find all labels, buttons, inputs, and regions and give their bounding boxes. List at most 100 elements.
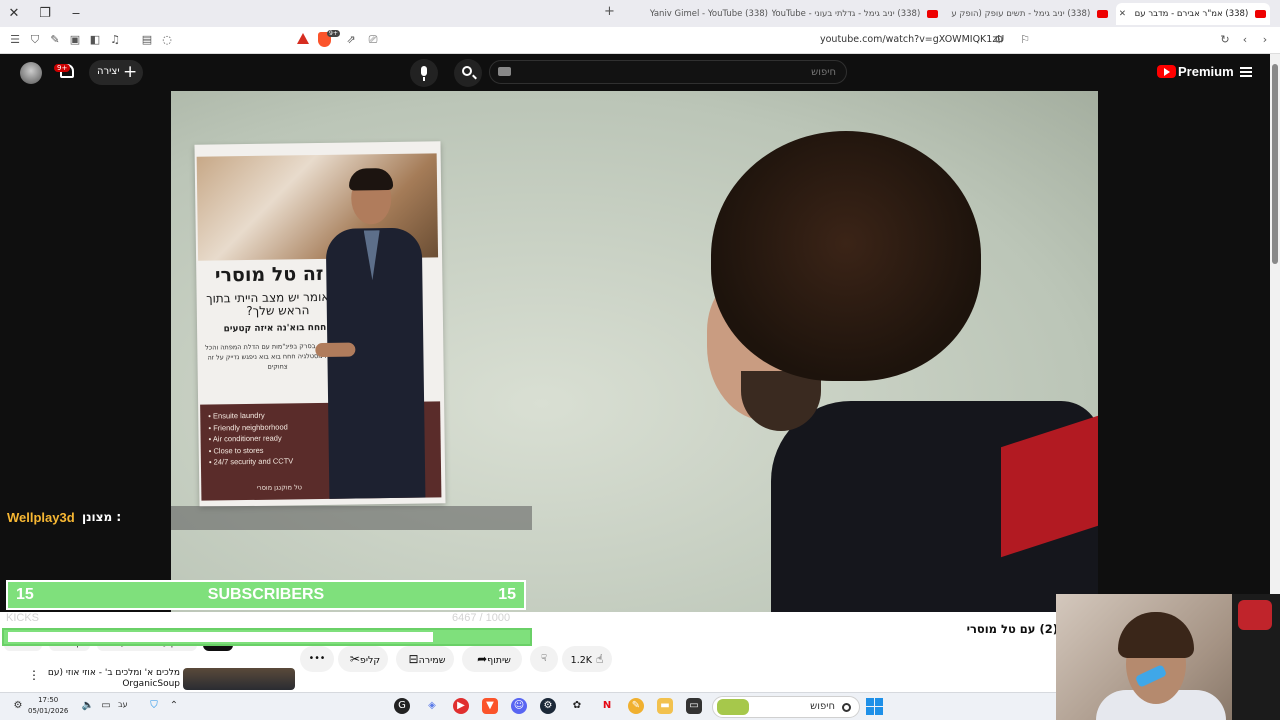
tab-yaniv-gimel-channel[interactable]: (338) Yaniv Gimel - YouTube	[622, 3, 768, 25]
steam-icon[interactable]: ⚙	[540, 698, 556, 714]
security-icon[interactable]: ⛉	[146, 698, 162, 714]
plus-icon: +	[123, 62, 138, 82]
tab-title: (338) יניב גימל - תשים עופק (הופק ע	[951, 9, 1091, 19]
app-play-icon[interactable]: ▶	[453, 698, 469, 714]
warning-icon[interactable]	[297, 33, 309, 44]
shield-icon[interactable]: ⛉	[28, 33, 42, 47]
windows-taskbar: ⚙ 17:50 05/01/2026 🔈 ▭ עב ⛉ ⌃ G ◈ ▶ ▼ ☺ …	[0, 692, 1056, 720]
netflix-icon[interactable]: N	[599, 698, 615, 714]
app-g-icon[interactable]: G	[394, 698, 410, 714]
minimize-window-icon[interactable]: ‒	[67, 5, 85, 23]
search-highlight-icon	[717, 699, 749, 715]
clip-label: קליפ	[359, 655, 381, 666]
youtube-header: יצירה + Premium	[0, 54, 1280, 91]
extension-icon[interactable]: ✎	[48, 33, 62, 47]
search-icon	[462, 66, 472, 76]
poster-man-figure	[315, 167, 430, 499]
chat-icon[interactable]: ◌	[160, 33, 174, 47]
tabs-icon[interactable]: ▣	[68, 33, 82, 47]
poster-feature: 24/7 security and CCTV	[209, 455, 294, 468]
taskbar-search[interactable]: חיפוש	[712, 696, 860, 718]
like-count: 1.2K	[570, 655, 593, 666]
sidebar-menu-icon[interactable]: ☰	[8, 33, 22, 47]
tray-app-icon[interactable]: ⚙	[10, 698, 26, 714]
site-settings-icon[interactable]: ⚙	[992, 33, 1006, 47]
poster-man-suit	[325, 227, 426, 499]
create-label: יצירה	[97, 66, 120, 77]
wallet-icon[interactable]: ▤	[140, 33, 154, 47]
url-field[interactable]: youtube.com/watch?v=gXOWMIQK1zU	[820, 34, 1004, 45]
back-icon[interactable]: ›	[1258, 33, 1272, 47]
language-indicator[interactable]: עב	[118, 700, 128, 709]
kicks-goal-bar	[2, 628, 532, 646]
volume-icon[interactable]: 🔈	[80, 698, 96, 714]
scrollbar-thumb[interactable]	[1272, 64, 1278, 264]
webcam-chair-red	[1238, 600, 1272, 630]
webcam-person-hair	[1118, 612, 1194, 658]
person-hair	[711, 131, 981, 381]
kicks-label: KICKS	[6, 612, 40, 624]
bookmark-icon[interactable]: ⚐	[1018, 33, 1032, 47]
youtube-logo-icon[interactable]	[1157, 65, 1176, 78]
taskbar-time: 17:50	[38, 696, 59, 704]
tab-poverty-video[interactable]: (338) יניב גימל - גדלתי בעוני - YouTube	[772, 3, 942, 25]
chat-message: : מצונן	[82, 510, 122, 524]
close-window-icon[interactable]: ✕	[5, 5, 23, 23]
share-icon[interactable]: ⇗	[344, 33, 358, 47]
youtube-favicon-icon	[1255, 9, 1266, 18]
avatar[interactable]	[20, 62, 42, 84]
chatgpt-icon[interactable]: ✿	[569, 698, 585, 714]
music-icon[interactable]: ♫	[108, 33, 122, 47]
poster-man-hand	[315, 342, 356, 358]
tab-active-video[interactable]: (338) אמ"ר אבירם - מדבר עם ✕	[1116, 3, 1270, 25]
keyboard-icon[interactable]	[498, 67, 511, 76]
reload-icon[interactable]: ↻	[1218, 33, 1232, 47]
search-button[interactable]	[454, 59, 482, 87]
tab-ofek-video[interactable]: (338) יניב גימל - תשים עופק (הופק ע	[946, 3, 1112, 25]
subscriber-goal-target: 15	[498, 586, 516, 603]
search-input[interactable]	[556, 64, 836, 80]
kicks-goal-fill	[8, 632, 433, 642]
windows-start-icon[interactable]	[866, 698, 883, 715]
poster-features: Ensuite laundry Friendly neighborhood Ai…	[208, 409, 293, 468]
app-paint-icon[interactable]: ✎	[628, 698, 644, 714]
taskbar-date: 05/01/2026	[28, 707, 69, 715]
close-tab-icon[interactable]: ✕	[1119, 9, 1126, 19]
suggested-more-icon[interactable]: ⋮	[28, 668, 40, 682]
suggested-video-thumbnail[interactable]	[183, 668, 295, 690]
scissors-icon: ✂	[349, 652, 360, 666]
taskbar-search-icon	[842, 703, 851, 712]
network-icon[interactable]: ▭	[98, 698, 114, 714]
sidebar-toggle-icon[interactable]: ◧	[88, 33, 102, 47]
taskbar-search-label: חיפוש	[810, 701, 835, 712]
save-label: שמירה	[418, 655, 446, 666]
discord-icon[interactable]: ☺	[511, 698, 527, 714]
share-button[interactable]: ➦שיתוף	[462, 646, 522, 672]
forward-icon[interactable]: ‹	[1238, 33, 1252, 47]
dislike-button[interactable]: ☟	[530, 646, 558, 672]
voice-search-button[interactable]	[410, 59, 438, 87]
tab-title: (338) אמ"ר אבירם - מדבר עם	[1134, 9, 1249, 19]
screenshot-icon[interactable]: ⎚	[366, 33, 380, 47]
file-explorer-icon[interactable]: ▬	[657, 698, 673, 714]
create-button[interactable]: יצירה +	[89, 60, 143, 85]
new-tab-button[interactable]: +	[604, 4, 615, 19]
more-actions-button[interactable]: •••	[300, 646, 334, 672]
taskbar-clock[interactable]: 17:50 05/01/2026	[28, 695, 68, 717]
save-button[interactable]: ⊟שמירה	[396, 646, 454, 672]
video-player[interactable]: היי זה טל מוסרי מה אומר יש מצב הייתי בתו…	[171, 91, 1098, 612]
like-button[interactable]: 1.2K ☝	[562, 646, 612, 672]
youtube-premium-logo[interactable]: Premium	[1178, 64, 1234, 79]
terminal-icon[interactable]: ▭	[686, 698, 702, 714]
suggested-video-title[interactable]: מלכים א' ומלכים ב' - אוזי אוזי (עם Organ…	[44, 668, 180, 690]
app-diamond-icon[interactable]: ◈	[424, 698, 440, 714]
video-person-figure	[701, 131, 1098, 612]
poster-man-hair	[348, 167, 394, 191]
hamburger-menu-icon[interactable]	[1240, 67, 1252, 77]
show-hidden-icons-icon[interactable]: ⌃	[166, 698, 182, 714]
brave-browser-icon[interactable]: ▼	[482, 698, 498, 714]
kicks-progress-text: 6467 / 1000	[452, 612, 511, 624]
browser-tab-strip: ✕ ❐ ‒ + (338) Yaniv Gimel - YouTube (338…	[0, 0, 1280, 27]
restore-window-icon[interactable]: ❐	[36, 5, 54, 23]
clip-button[interactable]: ✂קליפ	[338, 646, 388, 672]
